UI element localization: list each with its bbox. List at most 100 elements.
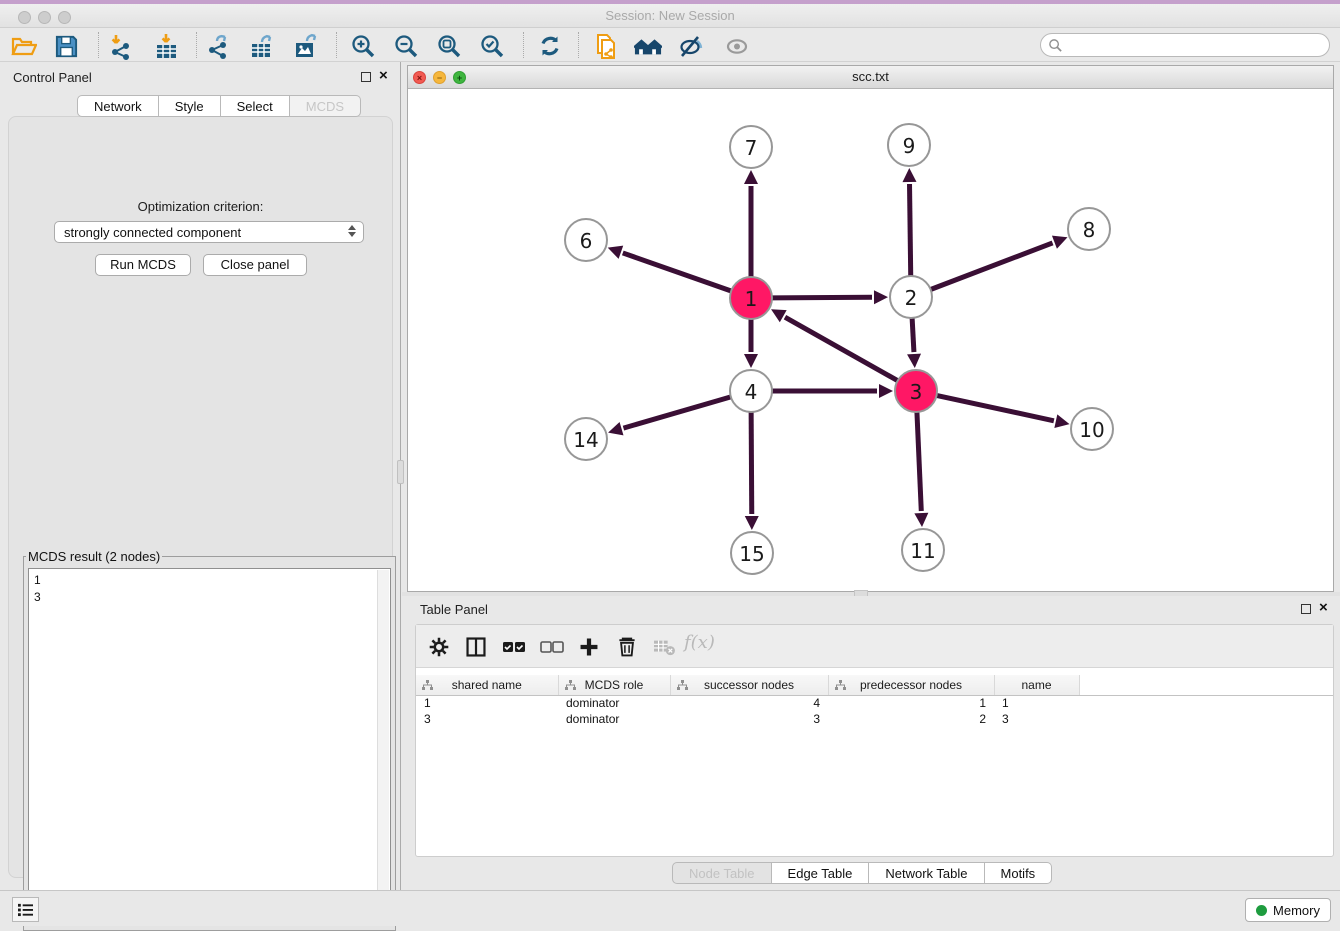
close-panel-button[interactable]: Close panel: [203, 254, 307, 276]
task-history-button[interactable]: [12, 897, 39, 922]
hierarchy-icon: [677, 680, 688, 694]
mcds-result-line: 3: [34, 589, 385, 606]
svg-text:10: 10: [1079, 418, 1104, 442]
search-field[interactable]: [1040, 33, 1330, 57]
column-header-successor-nodes[interactable]: successor nodes: [670, 675, 828, 695]
search-input[interactable]: [1063, 38, 1329, 52]
tab-network-table[interactable]: Network Table: [869, 862, 984, 884]
graph-node-2[interactable]: 2: [890, 276, 932, 318]
zoom-fit-icon[interactable]: [435, 32, 463, 60]
tab-edge-table[interactable]: Edge Table: [772, 862, 870, 884]
tab-select[interactable]: Select: [221, 95, 290, 117]
graph-edge-4-14[interactable]: [623, 397, 730, 428]
graph-node-7[interactable]: 7: [730, 126, 772, 168]
graph-node-4[interactable]: 4: [730, 370, 772, 412]
clone-network-icon[interactable]: [591, 32, 619, 60]
function-builder-icon[interactable]: f(x): [684, 632, 715, 653]
save-session-icon[interactable]: [52, 32, 80, 60]
column-header-name[interactable]: name: [994, 675, 1079, 695]
graph-node-10[interactable]: 10: [1071, 408, 1113, 450]
table-row[interactable]: 3dominator323: [416, 711, 1333, 727]
export-network-icon[interactable]: [204, 32, 232, 60]
table-cell[interactable]: 1: [828, 695, 994, 711]
run-mcds-button[interactable]: Run MCDS: [95, 254, 191, 276]
graph-edge-3-10[interactable]: [937, 395, 1054, 420]
delete-table-icon[interactable]: [649, 633, 679, 661]
table-cell[interactable]: 4: [670, 695, 828, 711]
memory-button[interactable]: Memory: [1245, 898, 1331, 922]
graph-edge-4-15[interactable]: [751, 412, 752, 514]
zoom-selected-icon[interactable]: [478, 32, 506, 60]
edge-arrowhead-icon: [745, 516, 759, 530]
close-panel-icon[interactable]: ×: [379, 67, 388, 84]
table-cell[interactable]: 3: [994, 711, 1079, 727]
table-cell[interactable]: 1: [416, 695, 558, 711]
deselect-all-icon[interactable]: [537, 633, 567, 661]
graph-edge-2-9[interactable]: [910, 184, 911, 276]
float-panel-icon[interactable]: [361, 72, 371, 82]
graph-node-15[interactable]: 15: [731, 532, 773, 574]
graph-edge-1-2[interactable]: [772, 297, 872, 298]
graph-node-9[interactable]: 9: [888, 124, 930, 166]
hierarchy-icon: [835, 680, 846, 694]
float-table-panel-icon[interactable]: [1301, 604, 1311, 614]
graph-node-14[interactable]: 14: [565, 418, 607, 460]
houses-icon[interactable]: [634, 32, 662, 60]
refresh-icon[interactable]: [536, 32, 564, 60]
show-all-icon[interactable]: [723, 32, 751, 60]
graph-node-11[interactable]: 11: [902, 529, 944, 571]
column-header-mcds-role[interactable]: MCDS role: [558, 675, 670, 695]
import-table-icon[interactable]: [152, 32, 180, 60]
hide-selected-icon[interactable]: [678, 32, 706, 60]
graph-node-3[interactable]: 3: [895, 370, 937, 412]
tab-node-table[interactable]: Node Table: [672, 862, 772, 884]
add-column-icon[interactable]: [574, 633, 604, 661]
table-row[interactable]: 1dominator411: [416, 695, 1333, 711]
close-table-panel-icon[interactable]: ×: [1319, 599, 1328, 616]
tab-motifs[interactable]: Motifs: [985, 862, 1053, 884]
graph-node-8[interactable]: 8: [1068, 208, 1110, 250]
tab-network[interactable]: Network: [77, 95, 159, 117]
mcds-result-text[interactable]: 1 3: [28, 568, 391, 924]
mcds-result-fieldset: MCDS result (2 nodes) 1 3: [23, 549, 396, 931]
select-all-icon[interactable]: [499, 633, 529, 661]
graph-node-6[interactable]: 6: [565, 219, 607, 261]
export-image-icon[interactable]: [292, 32, 320, 60]
export-table-icon[interactable]: [248, 32, 276, 60]
select-chevrons-icon: [348, 225, 356, 237]
column-layout-icon[interactable]: [461, 633, 491, 661]
graph-node-1[interactable]: 1: [730, 277, 772, 319]
criterion-select[interactable]: strongly connected component: [54, 221, 364, 243]
tab-mcds[interactable]: MCDS: [290, 95, 361, 117]
vertical-splitter-grip[interactable]: [397, 460, 404, 484]
svg-text:7: 7: [745, 136, 758, 160]
table-cell[interactable]: dominator: [558, 711, 670, 727]
delete-column-icon[interactable]: [612, 633, 642, 661]
graph-edge-3-11[interactable]: [917, 412, 921, 511]
table-cell[interactable]: dominator: [558, 695, 670, 711]
graph-edge-2-3[interactable]: [912, 318, 914, 352]
graph-edge-1-6[interactable]: [623, 253, 731, 291]
edge-arrowhead-icon: [608, 246, 624, 259]
tab-style[interactable]: Style: [159, 95, 221, 117]
table-cell[interactable]: 1: [994, 695, 1079, 711]
table-cell[interactable]: [1079, 695, 1333, 711]
toolbar-separator: [196, 32, 197, 58]
table-cell[interactable]: 2: [828, 711, 994, 727]
mcds-result-title: MCDS result (2 nodes): [26, 549, 162, 564]
graph-edge-3-1[interactable]: [785, 317, 898, 381]
column-header-predecessor-nodes[interactable]: predecessor nodes: [828, 675, 994, 695]
network-canvas[interactable]: 7 9 6 8 1 2 4 3 14 10 15 11: [408, 89, 1333, 591]
zoom-out-icon[interactable]: [392, 32, 420, 60]
table-cell[interactable]: 3: [416, 711, 558, 727]
svg-text:4: 4: [745, 380, 758, 404]
table-settings-gear-icon[interactable]: [424, 633, 454, 661]
table-cell[interactable]: [1079, 711, 1333, 727]
import-network-icon[interactable]: [106, 32, 134, 60]
column-header-shared-name[interactable]: shared name: [416, 675, 558, 695]
graph-edge-2-8[interactable]: [931, 243, 1053, 290]
open-session-icon[interactable]: [10, 32, 38, 60]
zoom-in-icon[interactable]: [349, 32, 377, 60]
result-scrollbar[interactable]: [377, 570, 389, 922]
table-cell[interactable]: 3: [670, 711, 828, 727]
